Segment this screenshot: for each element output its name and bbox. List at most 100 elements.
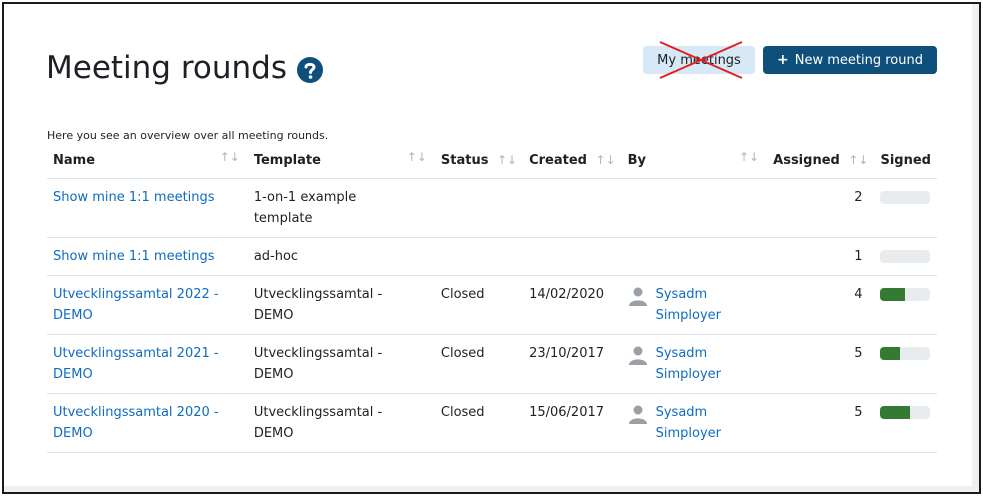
cell-assigned: 4 [767, 275, 875, 335]
user-avatar-icon [628, 346, 647, 365]
creator: Sysadm Simployer [628, 343, 762, 385]
signed-progress-bar [880, 346, 931, 360]
cell-status: Closed [434, 275, 524, 335]
template-name-line1: Utvecklingssamtal - [253, 286, 383, 302]
creator-first-name: Sysadm [655, 404, 708, 420]
creator: Sysadm Simployer [628, 284, 762, 326]
user-avatar-icon [628, 287, 647, 306]
cell-template: ad-hoc [247, 237, 435, 276]
meeting-round-name-line1: Utvecklingssamtal 2020 - [53, 404, 219, 420]
cell-template: Utvecklingssamtal - DEMO [247, 393, 435, 453]
cell-created: 23/10/2017 [523, 334, 622, 394]
new-meeting-round-button[interactable]: + New meeting round [763, 46, 937, 74]
column-header-name-label: Name [53, 152, 96, 168]
cell-assigned: 5 [767, 393, 875, 453]
column-header-by-label: By [627, 152, 646, 168]
template-name-line1: Utvecklingssamtal - [253, 404, 383, 420]
column-header-created[interactable]: Created ↑↓ [523, 143, 622, 179]
creator: Sysadm Simployer [628, 402, 762, 444]
creator-link[interactable]: Sysadm Simployer [656, 284, 721, 326]
column-header-by[interactable]: By ↑↓ [621, 143, 768, 179]
cell-name: Utvecklingssamtal 2022 - DEMO [47, 275, 248, 335]
creator-last-name: Simployer [655, 366, 721, 382]
column-header-status[interactable]: Status ↑↓ [434, 143, 524, 179]
cell-by: Sysadm Simployer [621, 275, 768, 335]
plus-icon: + [777, 52, 789, 68]
sort-arrows-icon[interactable]: ↑↓ [596, 153, 616, 167]
cell-by: Sysadm Simployer [621, 334, 768, 394]
cell-name: Utvecklingssamtal 2021 - DEMO [47, 334, 248, 394]
template-name-line2: DEMO [253, 425, 294, 441]
template-name-line2: template [253, 210, 313, 226]
meeting-round-name-line2: DEMO [53, 366, 93, 382]
cell-by: Sysadm Simployer [621, 393, 768, 453]
question-circle-icon[interactable] [296, 56, 324, 84]
cell-name: Utvecklingssamtal 2020 - DEMO [47, 393, 248, 453]
page-title: Meeting rounds [46, 50, 287, 86]
column-header-template-label: Template [253, 152, 321, 168]
meeting-round-link[interactable]: Utvecklingssamtal 2020 - DEMO [53, 402, 242, 444]
creator-last-name: Simployer [655, 307, 721, 323]
cell-signed [874, 237, 937, 276]
cell-created: 14/02/2020 [523, 275, 622, 335]
template-name-line1: Utvecklingssamtal - [253, 345, 383, 361]
sort-arrows-icon[interactable]: ↑↓ [497, 153, 517, 167]
user-avatar-icon [628, 405, 647, 424]
column-header-signed: Signed [874, 143, 937, 179]
cell-by [621, 178, 768, 238]
sort-arrows-icon[interactable]: ↑↓ [407, 150, 427, 164]
frame-shadow-right [972, 4, 979, 492]
column-header-assigned-label: Assigned [773, 152, 840, 168]
signed-progress-fill [880, 346, 901, 360]
meeting-round-link[interactable]: Utvecklingssamtal 2021 - DEMO [53, 343, 242, 385]
meeting-round-link[interactable]: Show mine 1:1 meetings [53, 190, 215, 205]
column-header-status-label: Status [440, 152, 489, 168]
creator-link[interactable]: Sysadm Simployer [656, 343, 721, 385]
meeting-round-link[interactable]: Show mine 1:1 meetings [53, 249, 215, 264]
template-name-line1: 1-on-1 example [253, 189, 357, 205]
template-name-line1: ad-hoc [253, 248, 299, 264]
meeting-round-name-line2: DEMO [53, 425, 93, 441]
new-meeting-round-label: New meeting round [794, 52, 923, 68]
cell-created [523, 237, 622, 276]
sort-arrows-icon[interactable]: ↑↓ [848, 153, 868, 167]
cell-template: Utvecklingssamtal - DEMO [247, 275, 435, 335]
column-header-template[interactable]: Template ↑↓ [247, 143, 435, 179]
cell-status: Closed [434, 393, 524, 453]
cell-assigned: 2 [767, 178, 875, 238]
meeting-round-name-line1: Utvecklingssamtal 2022 - [53, 286, 219, 302]
table-row: Utvecklingssamtal 2022 - DEMO Utveckling… [47, 275, 937, 335]
table-row: Utvecklingssamtal 2021 - DEMO Utveckling… [47, 334, 937, 394]
intro-text: Here you see an overview over all meetin… [47, 129, 329, 142]
cell-name: Show mine 1:1 meetings [47, 178, 248, 238]
sort-arrows-icon[interactable]: ↑↓ [739, 150, 759, 164]
creator-first-name: Sysadm [655, 286, 708, 302]
table-header-row: Name ↑↓ Template ↑↓ Status ↑↓ Created ↑↓… [47, 143, 937, 179]
column-header-name[interactable]: Name ↑↓ [47, 143, 248, 179]
signed-progress-bar [880, 190, 931, 204]
cell-status [434, 178, 524, 238]
cell-template: Utvecklingssamtal - DEMO [247, 334, 435, 394]
cell-signed [874, 334, 937, 394]
cell-assigned: 5 [767, 334, 875, 394]
signed-progress-bar [880, 249, 931, 263]
my-meetings-button[interactable]: My meetings [643, 46, 755, 74]
table-row: Show mine 1:1 meetings 1-on-1 example te… [47, 178, 937, 238]
creator-link[interactable]: Sysadm Simployer [656, 402, 721, 444]
creator-last-name: Simployer [655, 425, 721, 441]
meeting-round-link[interactable]: Utvecklingssamtal 2022 - DEMO [53, 284, 242, 326]
cell-template: 1-on-1 example template [247, 178, 435, 238]
cell-by [621, 237, 768, 276]
template-name-line2: DEMO [253, 307, 294, 323]
creator-first-name: Sysadm [655, 345, 708, 361]
cell-signed [874, 275, 937, 335]
cell-assigned: 1 [767, 237, 875, 276]
sort-arrows-icon[interactable]: ↑↓ [220, 150, 240, 164]
meeting-round-name-line1: Utvecklingssamtal 2021 - [53, 345, 219, 361]
meeting-round-name: Show mine 1:1 meetings [53, 248, 215, 264]
column-header-assigned[interactable]: Assigned ↑↓ [767, 143, 875, 179]
cell-status [434, 237, 524, 276]
signed-progress-bar [880, 287, 931, 301]
meeting-rounds-table: Name ↑↓ Template ↑↓ Status ↑↓ Created ↑↓… [47, 143, 937, 453]
signed-progress-bar [880, 405, 931, 419]
